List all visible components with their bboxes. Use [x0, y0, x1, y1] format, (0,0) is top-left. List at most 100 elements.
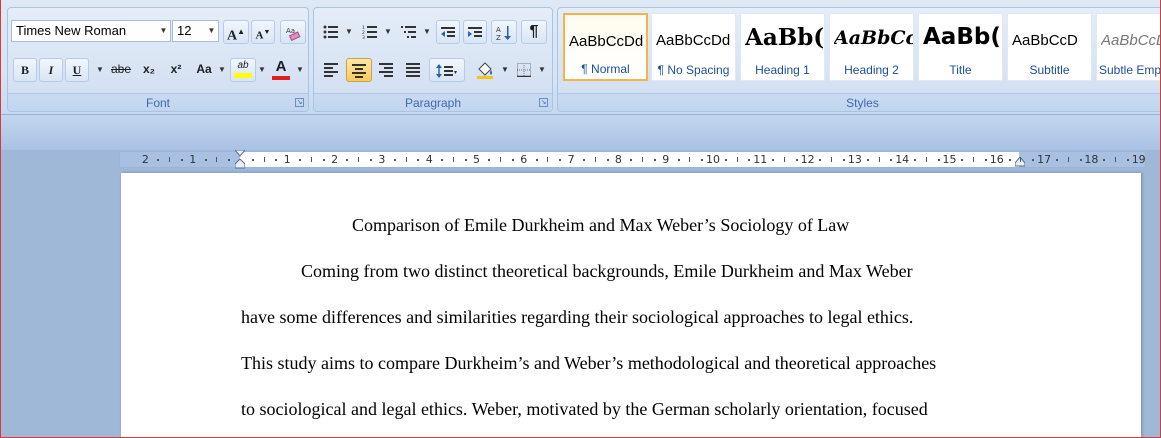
ruler-half-tick — [216, 157, 218, 162]
ruler-quarter-tick — [1055, 159, 1058, 161]
ruler-quarter-tick — [701, 159, 704, 161]
chevron-down-icon[interactable]: ▼ — [204, 21, 218, 41]
ruler-half-tick — [878, 157, 880, 162]
align-left-icon — [324, 61, 338, 79]
svg-text:A: A — [496, 26, 501, 34]
style-sample: AaBbCcDd — [656, 32, 731, 49]
ruler-quarter-tick — [370, 159, 373, 161]
horizontal-ruler[interactable]: 2 1 1 2 3 4 5 6 7 8 9 10 11 12 13 14 15 16 17 18 19 — [119, 150, 1146, 169]
decrease-indent-icon — [441, 26, 455, 37]
chevron-down-icon[interactable]: ▼ — [501, 58, 509, 82]
bold-label: B — [20, 63, 29, 77]
shrink-font-button[interactable]: A▼ — [251, 20, 275, 44]
ruler-quarter-tick — [890, 159, 893, 161]
ruler-quarter-tick — [228, 159, 231, 161]
underline-button[interactable]: U — [65, 58, 89, 82]
ruler-number: 13 — [847, 153, 862, 166]
chevron-down-icon[interactable]: ▼ — [384, 20, 392, 44]
highlight-button[interactable]: ab — [230, 58, 256, 82]
ruler-number: 9 — [662, 153, 670, 166]
style-name: Heading 2 — [844, 63, 899, 77]
ruler-half-tick — [783, 157, 785, 162]
justify-button[interactable] — [401, 58, 425, 82]
align-right-icon — [379, 61, 393, 79]
ruler-quarter-tick — [795, 159, 798, 161]
ruler-half-tick — [689, 157, 691, 162]
chevron-down-icon[interactable]: ▼ — [96, 58, 104, 82]
ruler-number: 7 — [567, 153, 575, 166]
ruler-quarter-tick — [535, 159, 538, 161]
numbering-button[interactable]: 1 2 3 — [358, 20, 382, 44]
styles-group-label: Styles — [558, 93, 1160, 111]
grow-font-button[interactable]: A▲ — [223, 20, 249, 44]
pilcrow-label: ¶ — [529, 23, 539, 40]
ruler-quarter-tick — [606, 159, 609, 161]
style-heading-1[interactable]: AaBb( Heading 1 — [740, 13, 825, 81]
font-dialog-launcher[interactable]: ↘ — [295, 98, 304, 107]
font-color-button[interactable]: A — [269, 58, 293, 82]
italic-button[interactable]: I — [39, 58, 63, 82]
style-normal[interactable]: AaBbCcDd ¶ Normal — [563, 13, 648, 81]
document-page[interactable]: Comparison of Emile Durkheim and Max Web… — [121, 173, 1141, 437]
ruler-quarter-tick — [559, 159, 562, 161]
ruler-quarter-tick — [961, 159, 964, 161]
chevron-down-icon[interactable]: ▼ — [296, 58, 304, 82]
bullets-button[interactable] — [319, 20, 343, 44]
multilevel-list-button[interactable] — [397, 20, 421, 44]
ruler-half-tick — [263, 157, 265, 162]
ruler-quarter-tick — [582, 159, 585, 161]
clear-formatting-button[interactable]: Aa — [280, 20, 306, 44]
line-spacing-button[interactable]: ▾ — [429, 58, 465, 82]
chevron-down-icon[interactable]: ▼ — [423, 20, 431, 44]
font-color-bar — [272, 76, 290, 80]
ruler-quarter-tick — [984, 159, 987, 161]
style-title[interactable]: AaBb( Title — [918, 13, 1003, 81]
font-name-combo[interactable]: Times New Roman ▼ — [11, 20, 171, 42]
paragraph-group: ▼ 1 2 3 ▼ ▼ A Z ¶ ▾ ▼ ▼ Paragraph ↘ — [313, 7, 553, 112]
superscript-button[interactable]: x² — [165, 58, 187, 82]
align-right-button[interactable] — [374, 58, 398, 82]
chevron-down-icon[interactable]: ▼ — [345, 20, 353, 44]
sort-button[interactable]: A Z — [491, 20, 517, 44]
align-left-button[interactable] — [319, 58, 343, 82]
style-sample: AaBb( — [923, 24, 1001, 50]
style-heading-2[interactable]: AaBbCc Heading 2 — [829, 13, 914, 81]
borders-button[interactable] — [512, 58, 536, 82]
align-center-button[interactable] — [346, 58, 372, 82]
paragraph-dialog-launcher[interactable]: ↘ — [539, 98, 548, 107]
hanging-indent-marker[interactable] — [235, 159, 245, 169]
strikethrough-label: abe — [110, 62, 132, 76]
font-size-combo[interactable]: 12 ▼ — [172, 20, 219, 42]
bullet-list-icon — [323, 25, 338, 39]
subscript-button[interactable]: x₂ — [138, 58, 160, 82]
ruler-half-tick — [358, 157, 360, 162]
style-subtitle[interactable]: AaBbCcD Subtitle — [1007, 13, 1092, 81]
ruler-quarter-tick — [441, 159, 444, 161]
ruler-half-tick — [1115, 157, 1117, 162]
chevron-down-icon[interactable]: ▼ — [258, 58, 266, 82]
svg-text:▾: ▾ — [454, 69, 457, 76]
style-no-spacing[interactable]: AaBbCcDd ¶ No Spacing — [651, 13, 736, 81]
chevron-down-icon[interactable]: ▼ — [538, 58, 546, 82]
strikethrough-button[interactable]: abe — [107, 58, 135, 82]
style-sample: AaBbCcD — [1012, 32, 1078, 49]
ruler-quarter-tick — [772, 159, 775, 161]
chevron-down-icon[interactable]: ▼ — [218, 58, 226, 82]
decrease-indent-button[interactable] — [436, 20, 460, 44]
style-subtle-emphasis[interactable]: AaBbCcD Subtle Emp — [1096, 13, 1160, 81]
bold-button[interactable]: B — [13, 58, 37, 82]
ruler-half-tick — [547, 157, 549, 162]
ruler-quarter-tick — [748, 159, 751, 161]
ruler-quarter-tick — [1032, 159, 1035, 161]
numbered-list-icon: 1 2 3 — [362, 25, 377, 41]
subscript-label: x₂ — [142, 62, 155, 76]
word-window: Times New Roman ▼ 12 ▼ A▲ A▼ Aa B I U ▼ … — [0, 0, 1161, 438]
style-sample: AaBbCc — [834, 27, 913, 49]
chevron-down-icon[interactable]: ▼ — [156, 21, 170, 41]
change-case-button[interactable]: Aa — [193, 58, 215, 82]
shading-button[interactable] — [472, 58, 498, 82]
increase-indent-button[interactable] — [463, 20, 487, 44]
style-name: Subtitle — [1029, 63, 1070, 77]
show-hide-button[interactable]: ¶ — [521, 20, 547, 44]
ribbon: Times New Roman ▼ 12 ▼ A▲ A▼ Aa B I U ▼ … — [1, 0, 1160, 115]
